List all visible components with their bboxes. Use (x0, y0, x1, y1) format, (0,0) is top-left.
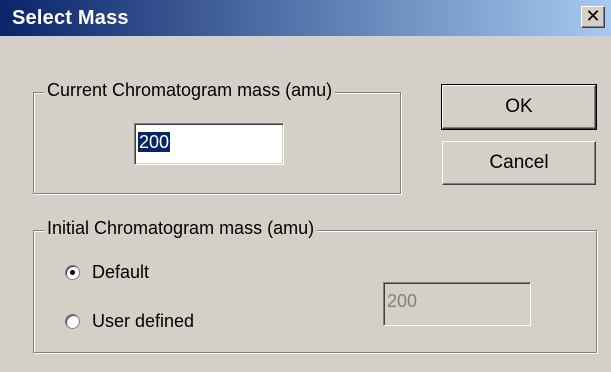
initial-mass-legend: Initial Chromatogram mass (amu) (44, 218, 318, 238)
radio-selected-dot (70, 270, 75, 275)
radio-default[interactable]: Default (65, 262, 149, 283)
radio-default-label: Default (92, 262, 150, 282)
ok-button[interactable]: OK (441, 84, 597, 130)
current-mass-legend: Current Chromatogram mass (amu) (44, 80, 336, 100)
ok-button-label: OK (505, 96, 533, 117)
current-mass-value: 200 (138, 132, 171, 152)
close-icon: ✕ (585, 6, 601, 26)
radio-default-circle[interactable] (65, 265, 80, 280)
radio-user-defined-circle[interactable] (65, 314, 80, 329)
window-title: Select Mass (12, 7, 129, 29)
user-mass-value: 200 (387, 291, 418, 311)
radio-user-defined-label: User defined (92, 311, 195, 331)
radio-user-defined[interactable]: User defined (65, 311, 194, 332)
current-mass-input[interactable]: 200 (134, 123, 284, 165)
title-bar[interactable]: Select Mass ✕ (0, 0, 611, 36)
select-mass-dialog: Select Mass ✕ Current Chromatogram mass … (0, 0, 611, 372)
cancel-button[interactable]: Cancel (442, 141, 596, 185)
close-button[interactable]: ✕ (581, 6, 605, 28)
cancel-button-label: Cancel (489, 152, 549, 173)
user-mass-input: 200 (383, 282, 531, 326)
